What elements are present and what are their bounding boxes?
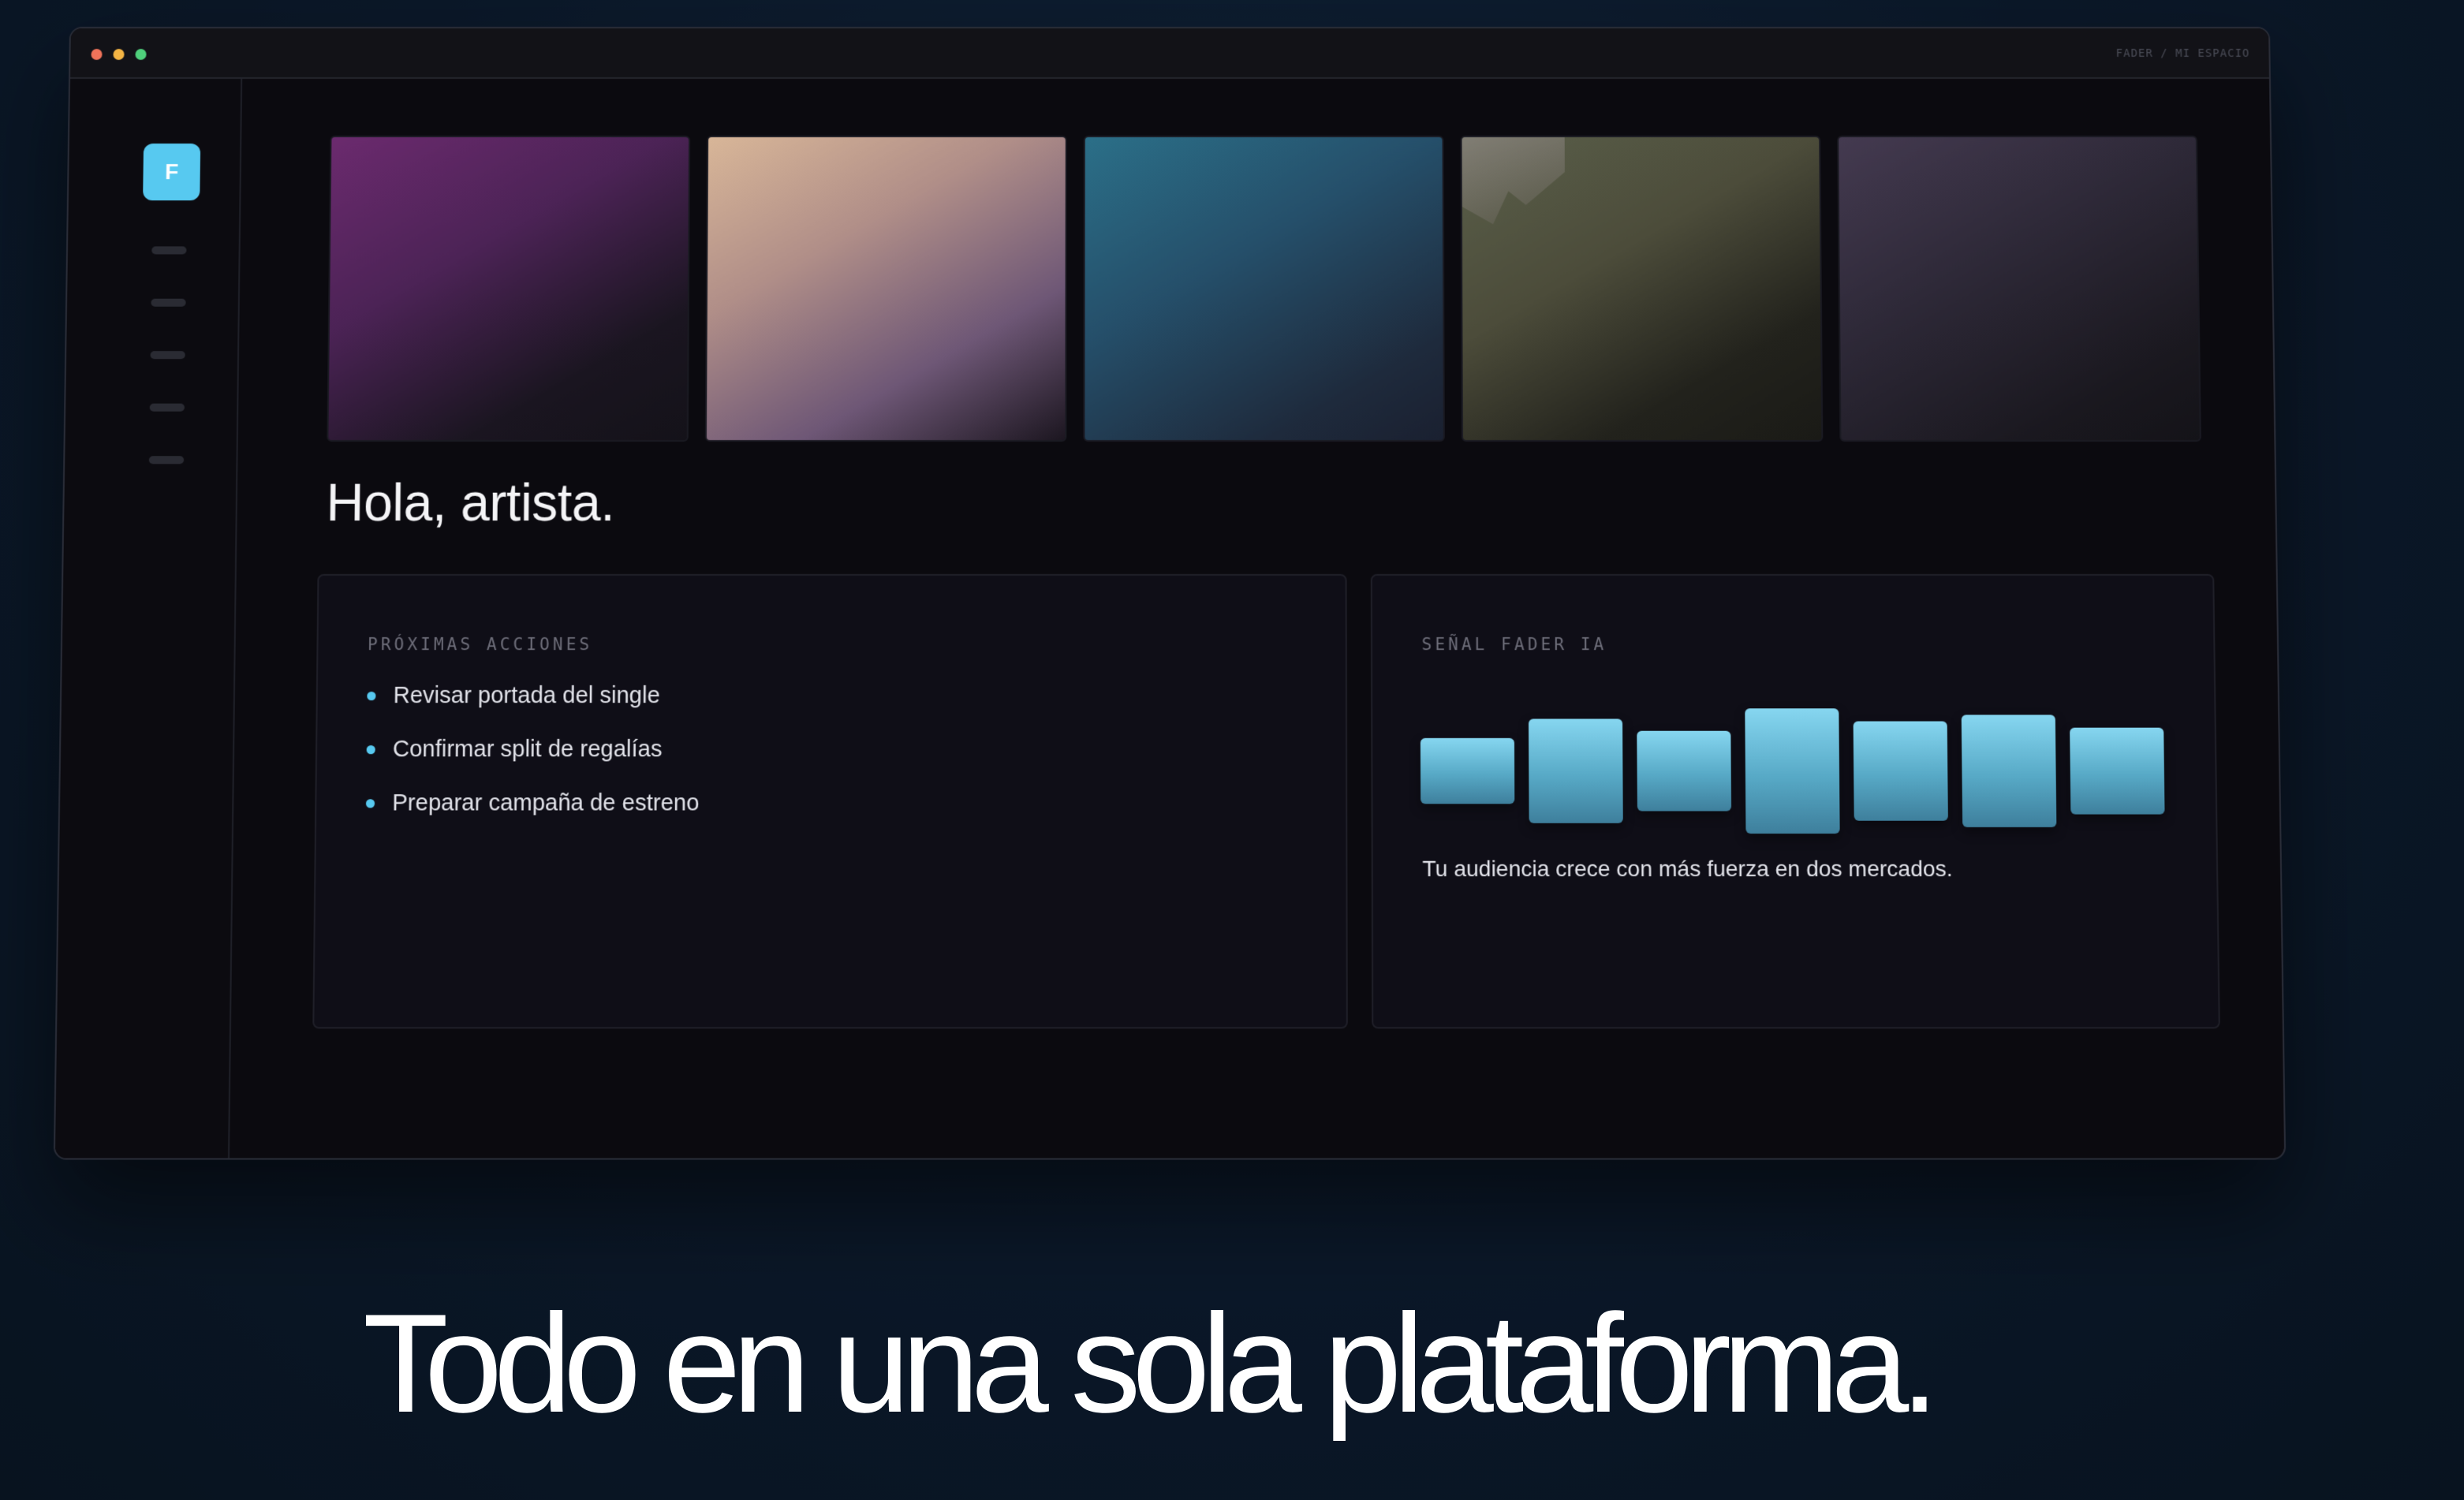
breadcrumb: FADER / MI ESPACIO: [2115, 47, 2250, 60]
app-window: FADER / MI ESPACIO F Hola, artista. PRÓX…: [53, 27, 2287, 1160]
release-cover-1[interactable]: [327, 136, 691, 442]
release-cover-2[interactable]: [704, 136, 1067, 442]
action-item-label: Confirmar split de regalías: [392, 736, 663, 762]
stage: FADER / MI ESPACIO F Hola, artista. PRÓX…: [0, 0, 2464, 1500]
bullet-icon: [366, 744, 375, 754]
title-bar: FADER / MI ESPACIO: [70, 28, 2269, 79]
action-item-label: Preparar campaña de estreno: [392, 789, 700, 816]
release-cover-4[interactable]: [1460, 136, 1824, 442]
page-title: Hola, artista.: [326, 472, 615, 532]
signal-bar: [1420, 737, 1515, 804]
app-logo[interactable]: F: [143, 144, 201, 201]
action-item[interactable]: Preparar campaña de estreno: [365, 787, 700, 819]
minimize-window-dot[interactable]: [113, 48, 125, 60]
sidebar-nav-item-5[interactable]: [148, 456, 185, 465]
sidebar-nav-item-1[interactable]: [151, 246, 187, 255]
ai-signal-card: SEÑAL FADER IA Tu audiencia crece con má…: [1370, 573, 2220, 1029]
release-cover-3[interactable]: [1083, 136, 1445, 442]
bullet-icon: [365, 798, 375, 808]
next-actions-card: PRÓXIMAS ACCIONES Revisar portada del si…: [312, 573, 1348, 1029]
close-window-dot[interactable]: [91, 48, 103, 60]
sidebar-nav-item-3[interactable]: [150, 351, 185, 360]
signal-bar: [1637, 730, 1732, 812]
sidebar: F: [54, 78, 243, 1159]
headline: Todo en una sola plataforma.: [363, 1285, 1939, 1442]
action-item[interactable]: Confirmar split de regalías: [366, 733, 663, 766]
signal-bar: [1961, 715, 2057, 827]
release-cover-5[interactable]: [1837, 136, 2201, 442]
cover-artwork-shape: [1462, 137, 1566, 224]
maximize-window-dot[interactable]: [135, 48, 147, 60]
sidebar-nav-item-2[interactable]: [151, 298, 186, 307]
signal-bar: [1853, 721, 1948, 821]
signal-bar: [1745, 708, 1840, 834]
sidebar-nav-item-4[interactable]: [149, 403, 185, 412]
action-item-label: Revisar portada del single: [393, 682, 660, 708]
signal-bar: [1528, 718, 1623, 823]
signal-insight: Tu audiencia crece con más fuerza en dos…: [1422, 856, 1953, 882]
bullet-icon: [367, 691, 376, 700]
signal-bar: [2070, 727, 2165, 815]
card-title: SEÑAL FADER IA: [1421, 634, 1607, 655]
card-title: PRÓXIMAS ACCIONES: [367, 634, 593, 655]
action-item[interactable]: Revisar portada del single: [367, 680, 660, 712]
